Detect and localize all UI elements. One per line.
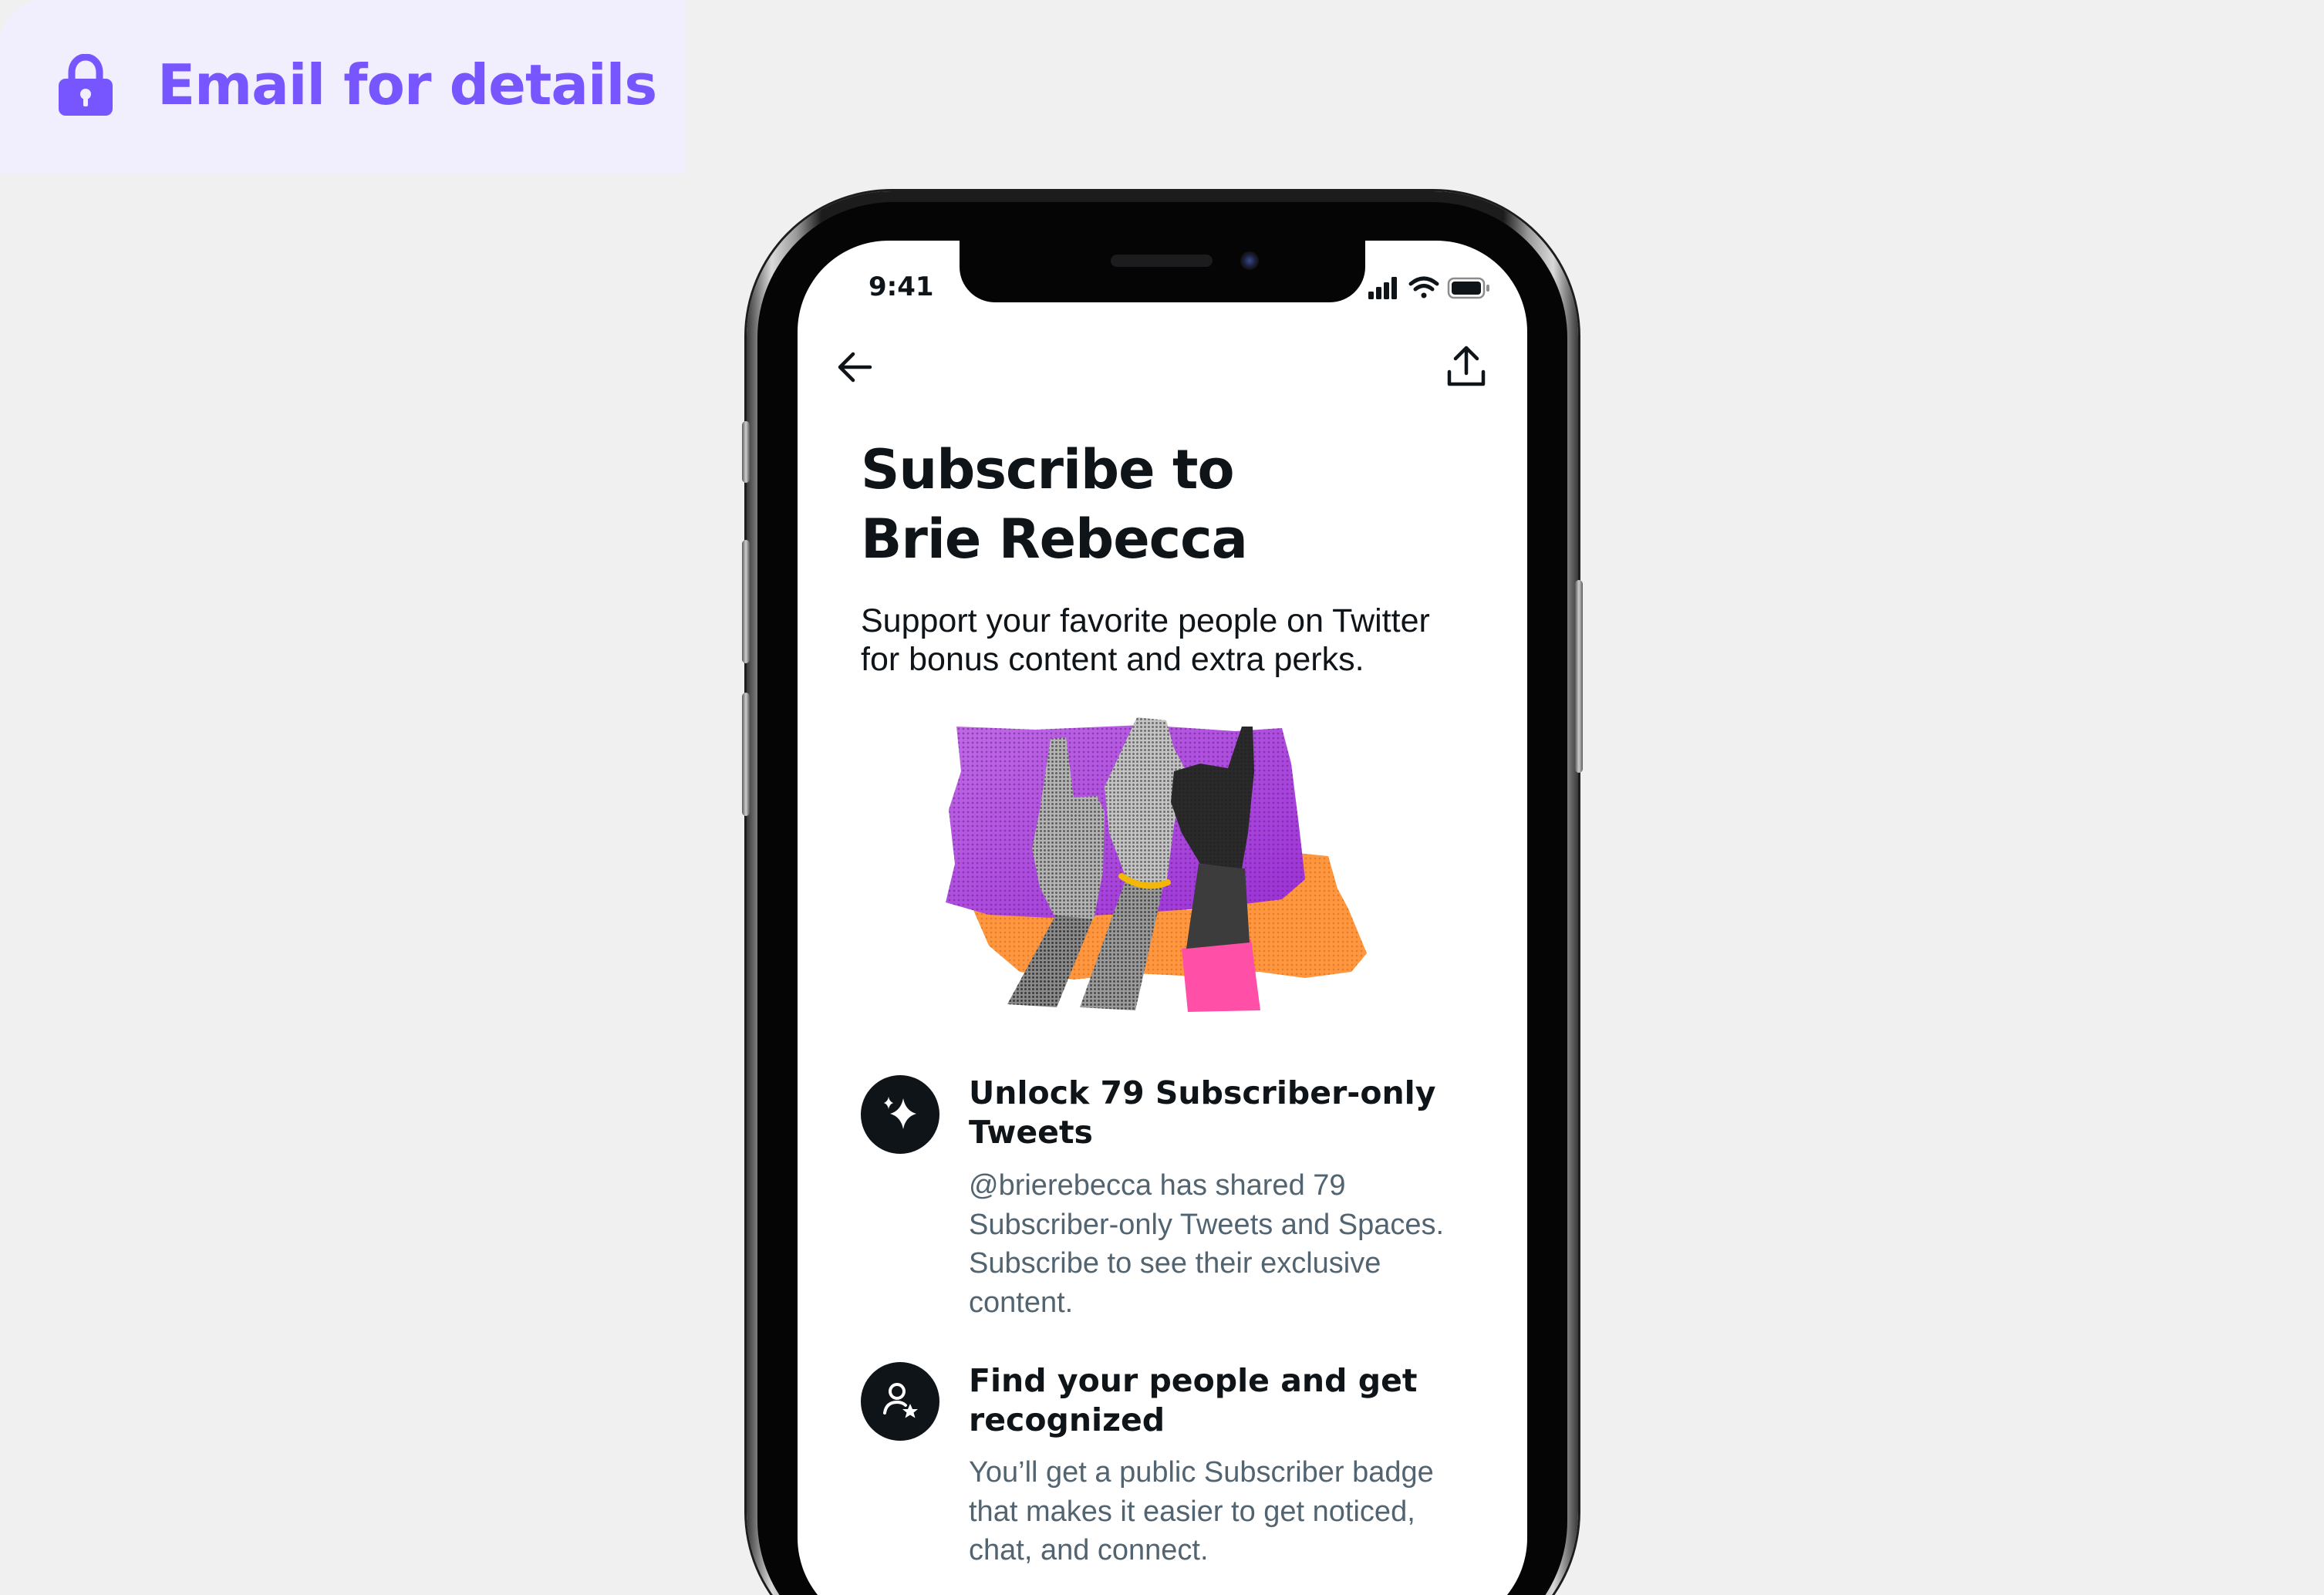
feature-desc-line: content. [969,1286,1074,1319]
front-camera [1240,251,1259,270]
feature-title-line: recognized [969,1401,1165,1438]
canvas: Email for details 9:41 Subscribe to Brie… [0,0,2324,1595]
sparkle-icon [861,1075,939,1154]
feature-description: You’ll get a public Subscriber badge tha… [969,1453,1501,1570]
feature-desc-line: chat, and connect. [969,1534,1209,1566]
feature-title: Find your people and get recognized [969,1361,1478,1440]
badge-text: Email for details [157,52,657,117]
feature-title: Unlock 79 Subscriber-only Tweets [969,1074,1478,1152]
phone-screen: 9:41 Subscribe to Brie Rebecca Support y… [798,241,1527,1595]
feature-desc-line: Subscribe to see their exclusive [969,1247,1381,1280]
feature-title-line: Find your people and get [969,1362,1418,1399]
feature-title-line: Tweets [969,1114,1093,1151]
lock-icon [59,54,113,116]
email-badge: Email for details [0,0,685,174]
title-line-1: Subscribe to [861,438,1235,501]
page-title: Subscribe to Brie Rebecca [861,435,1478,574]
volume-down-button [742,693,750,816]
power-button [1575,580,1583,773]
mute-switch [742,421,750,483]
feature-desc-line: You’ll get a public Subscriber badge [969,1456,1434,1489]
subtitle-line-1: Support your favorite people on Twitter [861,602,1430,639]
arrow-left-icon[interactable] [835,347,875,387]
person-star-icon [861,1362,939,1441]
feature-desc-line: Subscriber-only Tweets and Spaces. [969,1208,1445,1241]
feature-description: @brierebecca has shared 79 Subscriber-on… [969,1166,1501,1322]
share-icon[interactable] [1445,344,1487,389]
hands-illustration [946,717,1367,1012]
battery-icon [1447,277,1489,299]
volume-up-button [742,540,750,663]
cellular-signal-icon [1368,277,1397,299]
title-line-2: Brie Rebecca [861,508,1248,571]
feature-title-line: Unlock 79 Subscriber-only [969,1074,1436,1111]
wifi-icon [1408,276,1439,298]
status-time: 9:41 [869,271,934,302]
feature-desc-line: @brierebecca has shared 79 [969,1169,1346,1202]
speaker-grille [1111,255,1213,267]
status-icons [1368,276,1489,299]
page-subtitle: Support your favorite people on Twitter … [861,602,1501,679]
subtitle-line-2: for bonus content and extra perks. [861,641,1364,678]
feature-desc-line: that makes it easier to get noticed, [969,1495,1415,1528]
notch [960,241,1365,302]
